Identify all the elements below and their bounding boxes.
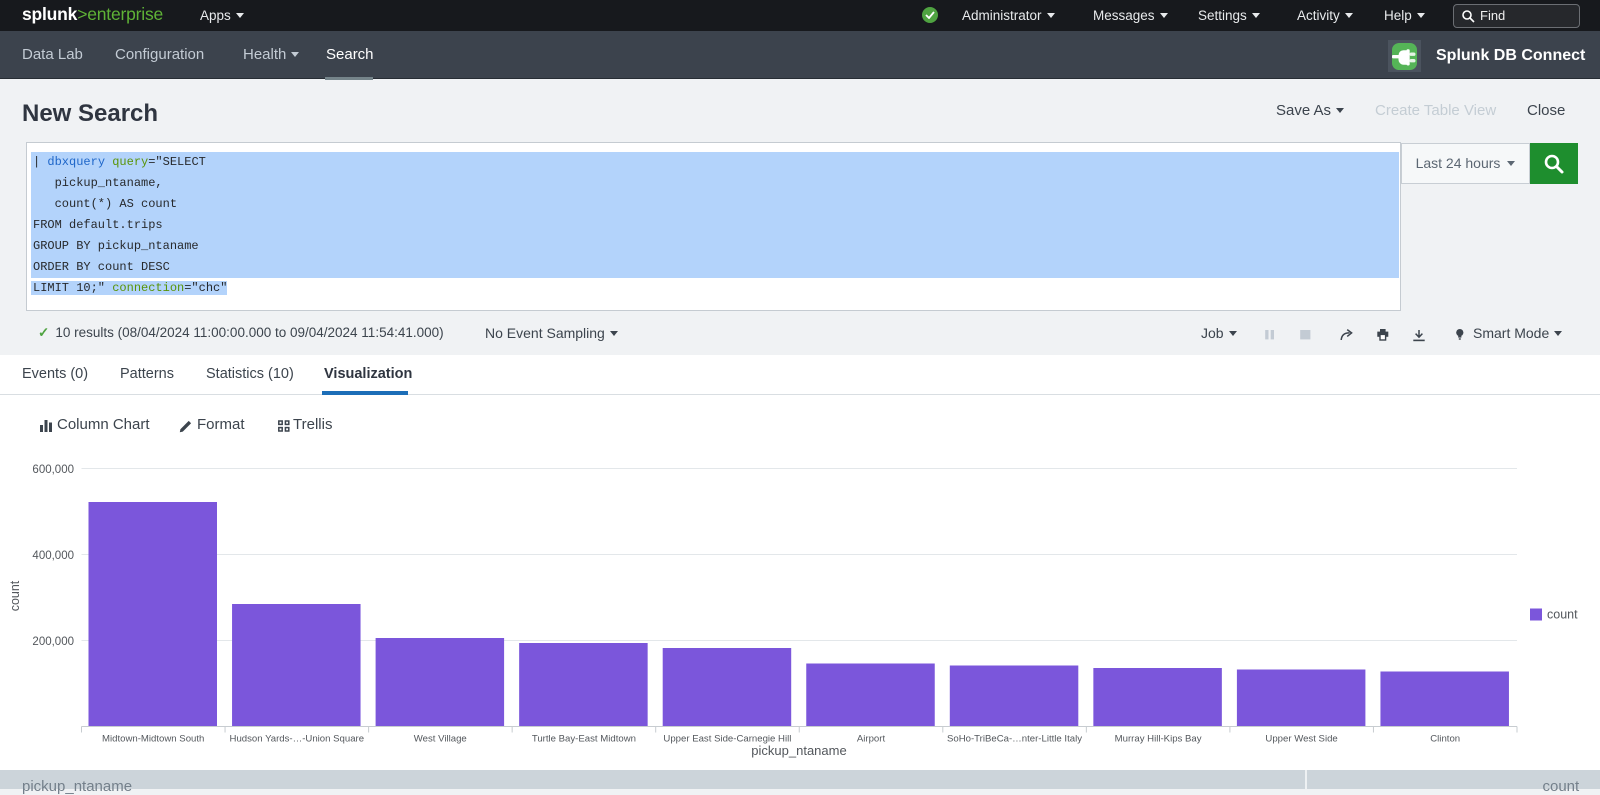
svg-text:200,000: 200,000 [32,636,74,648]
svg-text:Midtown-Midtown South: Midtown-Midtown South [102,734,204,745]
svg-text:Upper West Side: Upper West Side [1265,734,1337,745]
svg-text:SoHo-TriBeCa-…nter-Little Ital: SoHo-TriBeCa-…nter-Little Italy [947,734,1082,745]
svg-text:400,000: 400,000 [32,550,74,562]
svg-text:count: count [1547,608,1578,622]
svg-text:count: count [8,580,22,611]
svg-text:pickup_ntaname: pickup_ntaname [751,743,846,758]
svg-text:Hudson Yards-…-Union Square: Hudson Yards-…-Union Square [230,734,365,745]
svg-text:Murray Hill-Kips Bay: Murray Hill-Kips Bay [1115,734,1202,745]
svg-text:Turtle Bay-East Midtown: Turtle Bay-East Midtown [532,734,636,745]
svg-text:Airport: Airport [857,734,886,745]
svg-text:600,000: 600,000 [32,464,74,476]
svg-text:Clinton: Clinton [1430,734,1460,745]
svg-text:West Village: West Village [414,734,467,745]
